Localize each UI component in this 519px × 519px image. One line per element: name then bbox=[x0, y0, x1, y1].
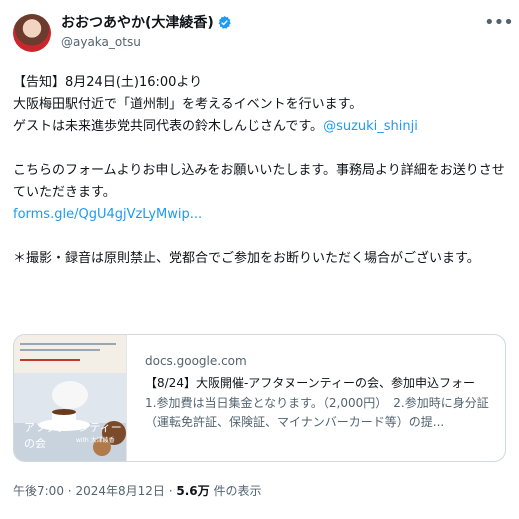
verified-badge-icon[interactable] bbox=[217, 15, 232, 30]
link-card[interactable]: アフタヌーンティーの会 with 大津綾香 docs.google.com 【8… bbox=[13, 334, 506, 462]
thumb-text-line bbox=[20, 359, 80, 361]
author-display-name[interactable]: おおつあやか(大津綾香) bbox=[61, 12, 214, 32]
tweet-line: 【告知】8月24日(土)16:00より bbox=[13, 75, 203, 90]
author-name-row: おおつあやか(大津綾香) bbox=[61, 12, 232, 32]
thumb-subtitle: with 大津綾香 bbox=[76, 437, 115, 444]
tweet-line: ＊撮影・録音は原則禁止、党都合でご参加をお断りいただく場合がございます。 bbox=[13, 251, 480, 266]
tweet-body: 【告知】8月24日(土)16:00より 大阪梅田駅付近で「道州制」を考えるイベン… bbox=[13, 72, 506, 270]
card-description: 1.参加費は当日集金となります。（2,000円） 2.参加時に身分証（運転免許証… bbox=[145, 396, 489, 429]
card-title[interactable]: 【8/24】大阪開催-アフタヌーンティーの会、参加申込フォー bbox=[145, 374, 505, 392]
views-label: 件の表示 bbox=[213, 484, 262, 498]
thumb-text-line bbox=[20, 349, 100, 351]
tweet-line: こちらのフォームよりお申し込みをお願いいたします。事務局より詳細をお送りさせてい… bbox=[13, 163, 505, 200]
form-link[interactable]: forms.gle/QgU4gjVzLyMwip... bbox=[13, 207, 202, 222]
author-avatar[interactable] bbox=[13, 14, 51, 52]
tweet-line: ゲストは未来進歩党共同代表の鈴木しんじさんです。 bbox=[13, 119, 324, 134]
card-domain: docs.google.com bbox=[145, 354, 247, 368]
card-thumbnail: アフタヌーンティーの会 with 大津綾香 bbox=[14, 335, 127, 461]
author-handle[interactable]: @ayaka_otsu bbox=[61, 35, 141, 49]
tweet-meta: 午後7:00 · 2024年8月12日 · 5.6万 件の表示 bbox=[13, 482, 261, 499]
meta-separator: · bbox=[168, 484, 173, 498]
more-icon[interactable]: ••• bbox=[484, 12, 514, 33]
views-count: 5.6万 bbox=[176, 484, 210, 498]
meta-separator: · bbox=[67, 484, 72, 498]
tweet-line: 大阪梅田駅付近で「道州制」を考えるイベントを行います。 bbox=[13, 97, 363, 112]
card-text: docs.google.com 【8/24】大阪開催-アフタヌーンティーの会、参… bbox=[127, 335, 505, 461]
mention-link[interactable]: @suzuki_shinji bbox=[323, 119, 418, 134]
thumb-text-line bbox=[20, 343, 116, 345]
tweet-date[interactable]: 2024年8月12日 bbox=[75, 484, 164, 498]
tweet-time[interactable]: 午後7:00 bbox=[13, 484, 64, 498]
